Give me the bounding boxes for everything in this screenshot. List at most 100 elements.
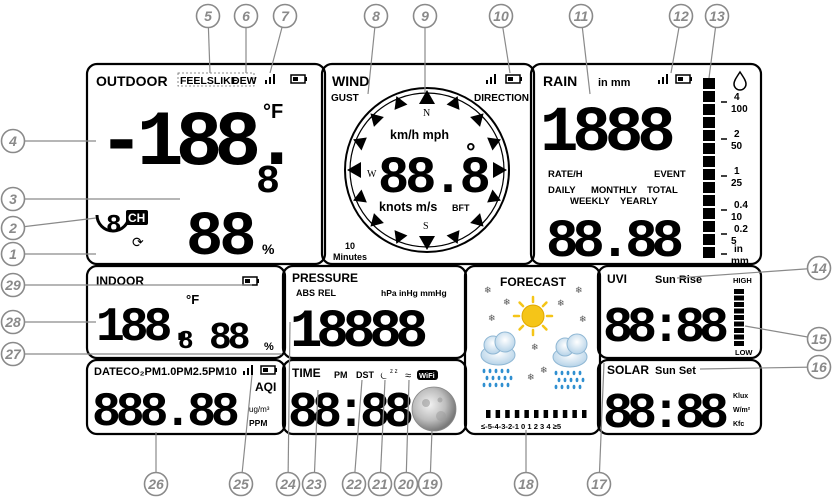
uvi-bar-segment bbox=[734, 302, 744, 307]
wind-degree-mark: ° bbox=[466, 139, 476, 166]
rain-drop bbox=[554, 384, 558, 390]
dew-label: DEW bbox=[232, 75, 257, 87]
aqi-unit-ugm3: ug/m³ bbox=[249, 405, 270, 414]
snowflake-icon: ❄ bbox=[557, 298, 565, 308]
rain-bar-segment bbox=[703, 143, 715, 154]
monthly-label: MONTHLY bbox=[591, 185, 638, 196]
uvi-bar-segment bbox=[734, 334, 744, 340]
pressure-title: PRESSURE bbox=[292, 271, 358, 285]
rain-scale-top: 0.2 bbox=[734, 224, 748, 235]
snowflake-icon: ❄ bbox=[540, 365, 548, 375]
moon-crater bbox=[437, 397, 443, 403]
callout-leader bbox=[12, 217, 97, 229]
channel-label: CH bbox=[128, 211, 145, 225]
rain-bar-segment bbox=[703, 156, 715, 167]
rain-scale-top: in bbox=[734, 244, 743, 255]
aqi-labels: DATECO₂PM1.0PM2.5PM10 bbox=[94, 366, 237, 378]
callout-number: 12 bbox=[673, 8, 689, 24]
weekly-label: WEEKLY bbox=[570, 196, 610, 207]
rain-drop bbox=[569, 377, 573, 383]
callout-number: 15 bbox=[811, 331, 827, 347]
rain-drop bbox=[494, 382, 498, 388]
kfc-label: Kfc bbox=[733, 421, 744, 428]
ten-minutes-label: Minutes bbox=[333, 252, 367, 262]
rain-drop bbox=[560, 384, 564, 390]
rain-scale-top: 4 bbox=[734, 92, 740, 103]
forecast-trend-bar bbox=[524, 410, 529, 418]
callout-number: 25 bbox=[232, 476, 249, 492]
dst-label: DST bbox=[356, 370, 375, 380]
rain-level-bar bbox=[703, 78, 715, 258]
compass-north: N bbox=[423, 108, 430, 119]
callout-number: 5 bbox=[204, 8, 212, 24]
outdoor-humidity-unit: % bbox=[262, 241, 275, 257]
callout-number: 2 bbox=[8, 220, 17, 236]
uvi-bar-segment bbox=[734, 295, 744, 301]
callout-number: 4 bbox=[8, 133, 17, 149]
solar-section: SOLAR Sun Set 88:88 Klux W/m² Kfc bbox=[603, 363, 751, 443]
callout-number: 29 bbox=[4, 277, 21, 293]
pressure-units: hPa inHg mmHg bbox=[381, 288, 447, 298]
forecast-section: FORECAST ❄ ❄ ❄ ❄ ❄ ❄ ❄ ❄ ❄ ≤-5-4-3-2-1 0 1 2 3 4… bbox=[480, 275, 588, 431]
wind-unit-bottom: knots m/s bbox=[379, 200, 437, 214]
rain-drop bbox=[485, 375, 489, 381]
sleep-icon: ⏾ bbox=[380, 371, 388, 382]
wifi-label: WiFi bbox=[419, 371, 435, 380]
rain-drop bbox=[509, 375, 513, 381]
outdoor-section: OUTDOOR FEELSLIKE DEW -188. 8 °F 88 % 8 … bbox=[95, 72, 307, 273]
rain-bar-segment bbox=[703, 117, 715, 128]
callout-number: 8 bbox=[372, 8, 380, 24]
snowflake-icon: ❄ bbox=[484, 285, 492, 295]
rain-drop bbox=[500, 382, 504, 388]
signal-icon bbox=[486, 74, 496, 84]
solar-title: SOLAR bbox=[607, 363, 649, 377]
callout-number: 10 bbox=[493, 8, 509, 24]
callout-number: 6 bbox=[242, 8, 250, 24]
indoor-humidity-unit: % bbox=[264, 341, 274, 353]
uvi-bar-segment bbox=[734, 308, 744, 314]
forecast-title: FORECAST bbox=[500, 275, 567, 289]
uvi-bar-segment bbox=[734, 289, 744, 294]
rel-label: REL bbox=[318, 288, 337, 298]
sun-set-label: Sun Set bbox=[655, 365, 696, 377]
forecast-trend-bar bbox=[495, 410, 501, 418]
battery-icon bbox=[260, 365, 277, 375]
rain-drop bbox=[575, 377, 579, 383]
aqi-value: 888.88 bbox=[92, 386, 238, 440]
sun-ray bbox=[518, 324, 525, 331]
forecast-trend-bar bbox=[582, 410, 587, 418]
forecast-trend-bar bbox=[572, 410, 577, 418]
sun-icon bbox=[512, 295, 554, 337]
callout-number: 22 bbox=[345, 476, 362, 492]
event-label: EVENT bbox=[654, 169, 686, 180]
rain-section: RAIN in mm 1888 RATE/H EVENT DAILY MONTH… bbox=[540, 70, 749, 273]
callout-number: 17 bbox=[591, 476, 608, 492]
moon-crater bbox=[422, 399, 430, 407]
callout-leader bbox=[240, 374, 253, 485]
signal-icon bbox=[243, 365, 253, 375]
rain-scale-bottom: 25 bbox=[731, 178, 743, 189]
callout-number: 11 bbox=[574, 8, 589, 24]
rain-drop bbox=[557, 377, 561, 383]
compass-arrow bbox=[370, 113, 384, 127]
rain-scale-top: 2 bbox=[734, 129, 740, 140]
moon-crater bbox=[436, 411, 446, 421]
cloud-left-icon bbox=[480, 331, 516, 366]
callout-number: 21 bbox=[371, 476, 388, 492]
rain-scale-bottom: mm bbox=[731, 256, 749, 267]
rain-drop bbox=[578, 370, 582, 376]
rain-drop bbox=[500, 368, 504, 374]
time-value: 88:88 bbox=[288, 385, 412, 442]
pressure-value: 18888 bbox=[290, 302, 426, 363]
rain-drop bbox=[578, 384, 582, 390]
snowflake-icon: ❄ bbox=[488, 313, 496, 323]
callout-leader bbox=[699, 366, 820, 370]
compass-arrow bbox=[419, 236, 435, 250]
rain-drop bbox=[572, 370, 576, 376]
callout-number: 20 bbox=[397, 476, 414, 492]
callout-number: 19 bbox=[422, 476, 438, 492]
callout-number: 16 bbox=[811, 359, 827, 375]
signal-icon bbox=[265, 74, 275, 84]
rain-drop bbox=[482, 368, 486, 374]
sleep-zz: z z bbox=[390, 369, 398, 375]
